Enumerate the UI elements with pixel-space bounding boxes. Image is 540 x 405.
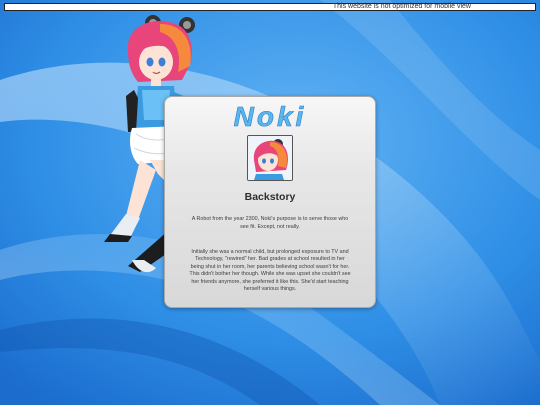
card-title: Backstory [244,191,296,203]
noki-logo: Noki [233,101,307,131]
logo-text: Noki [234,101,307,131]
mobile-notice-text: This website is not optimized for mobile… [332,3,471,10]
avatar [247,135,293,181]
profile-card: Noki Backstory A Robot from the year 230… [164,96,376,308]
card-backstory-text: Initially she was a normal child, but pr… [189,249,351,293]
card-intro-text: A Robot from the year 2300, Noki's purpo… [191,216,349,230]
noki-portrait-thumbnail-icon [248,136,292,180]
mobile-notice-bar: This website is not optimized for mobile… [4,3,536,11]
